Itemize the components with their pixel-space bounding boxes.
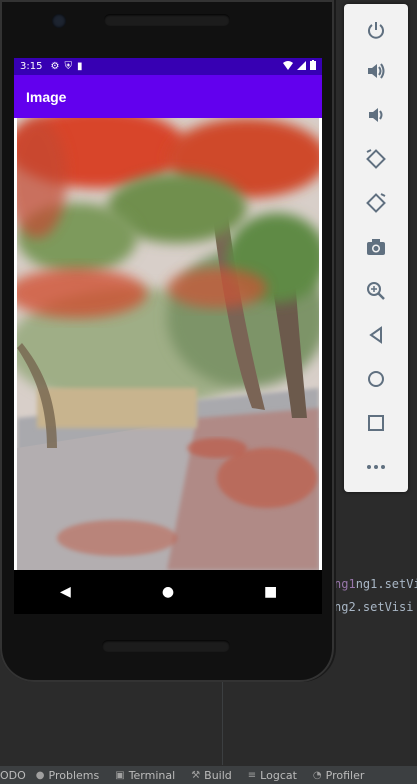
- emulator-controls: [344, 4, 408, 492]
- terminal-icon: ▣: [115, 769, 125, 781]
- problems-label: Problems: [48, 768, 100, 782]
- wifi-icon: [283, 60, 293, 73]
- nav-recents-icon[interactable]: ■: [251, 584, 291, 600]
- profiler-icon: ◔: [312, 769, 322, 781]
- bottom-speaker: [102, 640, 230, 652]
- more-icon: [367, 465, 385, 469]
- rotate-left-button[interactable]: [358, 143, 394, 175]
- status-bar: 3:15 ⚙ ⛨ ▮: [14, 58, 322, 75]
- power-button[interactable]: [358, 14, 394, 46]
- more-button[interactable]: [358, 451, 394, 483]
- image-content: [14, 118, 322, 570]
- sd-card-icon: ▮: [76, 61, 83, 72]
- terminal-tab[interactable]: ▣ Terminal: [115, 769, 175, 782]
- app-title: Image: [26, 88, 67, 105]
- rotate-right-button[interactable]: [358, 187, 394, 219]
- emulator-device: 3:15 ⚙ ⛨ ▮ Image ◀ ● ■: [0, 0, 334, 682]
- front-camera: [52, 14, 66, 28]
- battery-icon: [310, 60, 316, 73]
- nav-back-icon[interactable]: ◀: [45, 584, 85, 600]
- rotate-left-icon: [366, 149, 386, 169]
- volume-down-button[interactable]: [358, 99, 394, 131]
- app-bar: Image: [14, 75, 322, 118]
- camera-icon: [367, 239, 385, 255]
- terminal-label: Terminal: [128, 768, 176, 782]
- nav-home-icon[interactable]: ●: [148, 584, 188, 600]
- signal-icon: [297, 60, 306, 73]
- home-button[interactable]: [358, 363, 394, 395]
- profiler-label: Profiler: [325, 768, 365, 782]
- status-time: 3:15: [20, 61, 43, 72]
- todo-label: ODO: [0, 768, 26, 782]
- todo-tab[interactable]: ODO: [0, 769, 26, 782]
- zoom-button[interactable]: [358, 275, 394, 307]
- problems-icon: ●: [35, 769, 45, 781]
- flower-trees-photo: [17, 118, 319, 570]
- code-line-1: ng1ng1.setVisi: [334, 577, 417, 591]
- logcat-label: Logcat: [260, 768, 297, 782]
- overview-icon: [368, 415, 384, 431]
- settings-icon: ⚙: [50, 61, 60, 72]
- profiler-tab[interactable]: ◔ Profiler: [313, 769, 364, 782]
- top-speaker: [104, 14, 230, 26]
- code-line-2: ng2.setVisi: [334, 600, 414, 614]
- build-tab[interactable]: ⚒ Build: [191, 769, 232, 782]
- ide-divider: [222, 680, 223, 770]
- shield-icon: ⛨: [64, 61, 72, 72]
- volume-down-icon: [369, 108, 383, 122]
- zoom-icon: [367, 282, 385, 300]
- overview-button[interactable]: [358, 407, 394, 439]
- build-label: Build: [204, 768, 232, 782]
- rotate-right-icon: [366, 193, 386, 213]
- power-icon: [368, 22, 384, 39]
- device-screen[interactable]: 3:15 ⚙ ⛨ ▮ Image ◀ ● ■: [14, 58, 322, 614]
- home-icon: [368, 371, 384, 387]
- logcat-tab[interactable]: ≡ Logcat: [248, 769, 297, 782]
- nav-bar: ◀ ● ■: [14, 570, 322, 614]
- ide-tool-window-bar: ODO ● Problems ▣ Terminal ⚒ Build ≡ Logc…: [0, 765, 417, 784]
- problems-tab[interactable]: ● Problems: [36, 769, 99, 782]
- screenshot-button[interactable]: [358, 231, 394, 263]
- logcat-icon: ≡: [247, 769, 257, 781]
- volume-up-icon: [368, 63, 385, 79]
- ide-left-panel: [0, 680, 222, 765]
- volume-up-button[interactable]: [358, 55, 394, 87]
- build-icon: ⚒: [191, 769, 201, 781]
- back-button[interactable]: [358, 319, 394, 351]
- back-icon: [369, 326, 382, 344]
